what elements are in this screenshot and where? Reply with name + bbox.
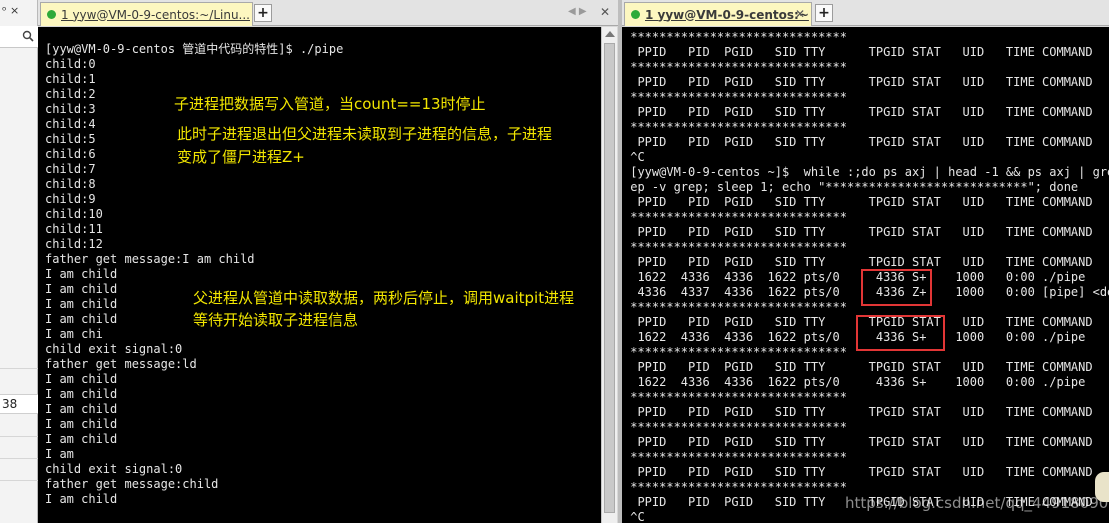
new-tab-button[interactable]: + <box>254 4 272 22</box>
terminal-line: I am child <box>45 432 118 446</box>
tab-title: 1 yyw@VM-0-9-centos:~/Linu... <box>61 7 250 22</box>
divider-line <box>0 436 38 437</box>
terminal-line: 1622 4336 4336 1622 pts/0 4336 S+ 1000 0… <box>623 375 1086 389</box>
terminal-line: I am <box>45 447 74 461</box>
side-panel: ᵒ × 38 <box>0 0 38 523</box>
scroll-up-icon[interactable] <box>605 31 615 37</box>
annotation-text: 父进程从管道中读取数据，两秒后停止，调用waitpit进程 <box>193 289 575 307</box>
terminal-line: ^C <box>623 150 645 164</box>
terminal-line: PPID PID PGID SID TTY TPGID STAT UID TIM… <box>623 75 1093 89</box>
terminal-line: PPID PID PGID SID TTY TPGID STAT UID TIM… <box>623 105 1093 119</box>
right-tab-bar: 1 yyw@VM-0-9-centos:~ ✕ + <box>622 0 1109 26</box>
terminal-line: child:9 <box>45 192 96 206</box>
terminal-line: PPID PID PGID SID TTY TPGID STAT UID TIM… <box>623 405 1093 419</box>
terminal-line: PPID PID PGID SID TTY TPGID STAT UID TIM… <box>623 435 1093 449</box>
connected-status-icon <box>631 10 640 19</box>
divider-line <box>0 480 38 481</box>
terminal-line: PPID PID PGID SID TTY TPGID STAT UID TIM… <box>623 195 1093 209</box>
terminal-line: father get message:ld <box>45 357 197 371</box>
terminal-line: child:0 <box>45 57 96 71</box>
search-icon <box>22 30 34 42</box>
tab-title: 1 yyw@VM-0-9-centos:~ <box>645 7 809 22</box>
terminal-line: ****************************** <box>623 450 847 464</box>
scroll-thumb[interactable] <box>604 43 615 513</box>
terminal-line: ****************************** <box>623 210 847 224</box>
watermark: https://blog.csdn.net/qq_44918090 <box>845 494 1109 512</box>
sidebar-value: 38 <box>0 394 38 414</box>
connected-status-icon <box>47 10 56 19</box>
terminal-line: I am child <box>45 267 118 281</box>
floating-avatar[interactable] <box>1095 472 1109 502</box>
terminal-line: child:11 <box>45 222 103 236</box>
parent-process-highlight <box>856 315 945 351</box>
terminal-line: child exit signal:0 <box>45 342 183 356</box>
terminal-line: ****************************** <box>623 480 847 494</box>
terminal-line: PPID PID PGID SID TTY TPGID STAT UID TIM… <box>623 255 1093 269</box>
terminal-line: I am child <box>45 402 118 416</box>
new-tab-button[interactable]: + <box>815 4 833 22</box>
terminal-line: ****************************** <box>623 240 847 254</box>
annotation-text: 此时子进程退出但父进程未读取到子进程的信息，子进程 <box>177 125 553 143</box>
terminal-line: PPID PID PGID SID TTY TPGID STAT UID TIM… <box>623 465 1093 479</box>
terminal-line: ****************************** <box>623 90 847 104</box>
terminal-line: child:8 <box>45 177 96 191</box>
left-tab-bar: 1 yyw@VM-0-9-centos:~/Linu... ◀ ▶ ✕ + <box>38 0 620 26</box>
close-tab-icon[interactable]: ✕ <box>600 5 610 19</box>
terminal-line: I am child <box>45 417 118 431</box>
terminal-line: I am child <box>45 492 118 506</box>
pin-close-controls[interactable]: ᵒ × <box>2 4 36 22</box>
tab-right-session[interactable]: 1 yyw@VM-0-9-centos:~ ✕ <box>624 2 812 26</box>
zombie-process-highlight <box>861 269 932 306</box>
terminal-line: [yyw@VM-0-9-centos ~]$ while :;do ps axj… <box>623 165 1109 179</box>
terminal-line: PPID PID PGID SID TTY TPGID STAT UID TIM… <box>623 135 1093 149</box>
annotation-text: 子进程把数据写入管道，当count==13时停止 <box>174 95 486 113</box>
terminal-line: ep -v grep; sleep 1; echo "*************… <box>623 180 1079 194</box>
divider-line <box>0 458 38 459</box>
terminal-line: PPID PID PGID SID TTY TPGID STAT UID TIM… <box>623 360 1093 374</box>
terminal-line: PPID PID PGID SID TTY TPGID STAT UID TIM… <box>623 45 1093 59</box>
tab-scroll-arrows-icon[interactable]: ◀ ▶ <box>568 6 587 17</box>
terminal-line: ****************************** <box>623 120 847 134</box>
terminal-line: father get message:I am child <box>45 252 255 266</box>
terminal-line: I am child <box>45 387 118 401</box>
terminal-line: ****************************** <box>623 30 847 44</box>
terminal-line: child:12 <box>45 237 103 251</box>
annotation-text: 等待开始读取子进程信息 <box>193 311 359 329</box>
terminal-line: [yyw@VM-0-9-centos 管道中代码的特性]$ ./pipe <box>45 42 344 56</box>
terminal-line: PPID PID PGID SID TTY TPGID STAT UID TIM… <box>623 225 1093 239</box>
tab-left-session[interactable]: 1 yyw@VM-0-9-centos:~/Linu... <box>40 2 253 26</box>
terminal-line: child:6 <box>45 147 96 161</box>
terminal-line: child:10 <box>45 207 103 221</box>
terminal-line: child:1 <box>45 72 96 86</box>
divider-line <box>0 368 38 369</box>
left-terminal-scrollbar[interactable] <box>601 27 617 523</box>
sidebar-search-field[interactable] <box>0 26 38 48</box>
terminal-line: child:7 <box>45 162 96 176</box>
terminal-line: I am child <box>45 372 118 386</box>
terminal-line: ****************************** <box>623 390 847 404</box>
terminal-line: ****************************** <box>623 420 847 434</box>
terminal-line: ****************************** <box>623 60 847 74</box>
terminal-line: father get message:child <box>45 477 219 491</box>
terminal-line: child exit signal:0 <box>45 462 183 476</box>
close-tab-icon[interactable]: ✕ <box>795 7 805 21</box>
annotation-text: 变成了僵尸进程Z+ <box>177 148 305 166</box>
